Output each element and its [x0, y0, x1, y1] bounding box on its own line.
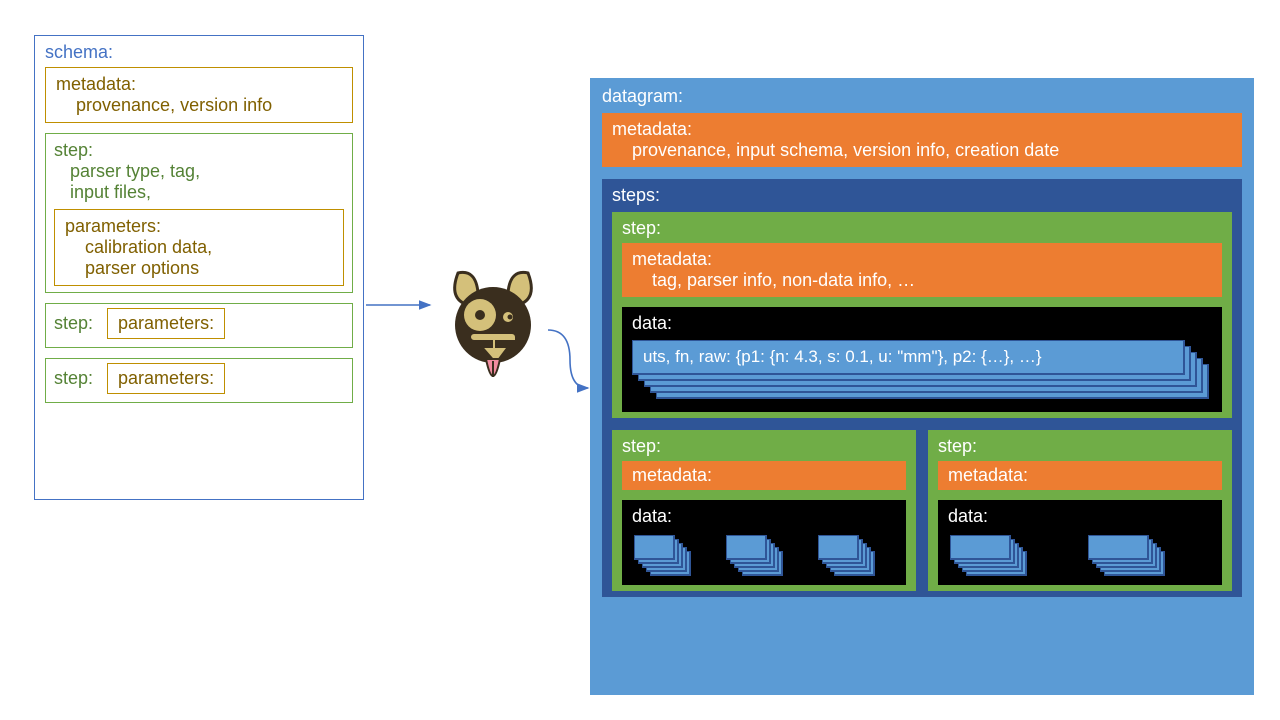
datagram-title: datagram: — [602, 86, 1242, 107]
parameters-mini-3: parameters: — [107, 363, 225, 394]
schema-title: schema: — [45, 42, 353, 63]
steps-label: steps: — [612, 185, 1232, 206]
dg-step-metadata-label: metadata: — [632, 249, 1212, 270]
mini-stack — [1086, 533, 1212, 575]
dg-step-metadata-body: tag, parser info, non-data info, … — [632, 270, 1212, 291]
mini-stack — [632, 533, 712, 575]
dg-step-data: data: uts, fn, raw: {p1: {n: 4.3, s: 0.1… — [622, 307, 1222, 412]
step-label: step: — [54, 140, 344, 161]
dg-step3-data: data: — [938, 500, 1222, 585]
schema-metadata-box: metadata: provenance, version info — [45, 67, 353, 123]
dg-step3-metadata: metadata: — [938, 461, 1222, 490]
dg-step-label: step: — [622, 218, 1222, 239]
dg-step2-metadata: metadata: — [622, 461, 906, 490]
schema-metadata-body: provenance, version info — [56, 95, 342, 116]
mini-stack — [948, 533, 1074, 575]
step-label-2: step: — [54, 313, 93, 334]
step1-body-line2: input files, — [54, 182, 344, 203]
dg-step3-data-label: data: — [948, 506, 988, 526]
schema-metadata-label: metadata: — [56, 74, 342, 95]
dg-step-label-2: step: — [622, 436, 906, 457]
dg-step-label-3: step: — [938, 436, 1222, 457]
mini-stack — [816, 533, 896, 575]
parameters-label: parameters: — [65, 216, 333, 237]
schema-step-2: step: parameters: — [45, 303, 353, 348]
step-label-3: step: — [54, 368, 93, 389]
step1-body-line1: parser type, tag, — [54, 161, 344, 182]
dg-step-3: step: metadata: data: — [928, 430, 1232, 591]
schema-step-1: step: parser type, tag, input files, par… — [45, 133, 353, 293]
mascot-icon — [438, 265, 548, 395]
dg-step2-metadata-label: metadata: — [632, 465, 712, 485]
parameters-box: parameters: calibration data, parser opt… — [54, 209, 344, 286]
record-card-top: uts, fn, raw: {p1: {n: 4.3, s: 0.1, u: "… — [632, 340, 1185, 375]
dg-step3-metadata-label: metadata: — [948, 465, 1028, 485]
parameters-line2: parser options — [65, 258, 333, 279]
datagram-metadata-box: metadata: provenance, input schema, vers… — [602, 113, 1242, 167]
parameters-line1: calibration data, — [65, 237, 333, 258]
dg-step2-data: data: — [622, 500, 906, 585]
parameters-mini-2: parameters: — [107, 308, 225, 339]
dg-step2-data-label: data: — [632, 506, 672, 526]
data-label: data: — [632, 313, 1212, 334]
dg-step-metadata: metadata: tag, parser info, non-data inf… — [622, 243, 1222, 297]
datagram-panel: datagram: metadata: provenance, input sc… — [590, 78, 1254, 695]
dg-step-1: step: metadata: tag, parser info, non-da… — [612, 212, 1232, 418]
datagram-metadata-label: metadata: — [612, 119, 1232, 140]
datagram-metadata-body: provenance, input schema, version info, … — [612, 140, 1232, 161]
steps-box: steps: step: metadata: tag, parser info,… — [602, 179, 1242, 597]
schema-panel: schema: metadata: provenance, version in… — [34, 35, 364, 500]
dg-step-2: step: metadata: data: — [612, 430, 916, 591]
schema-step-3: step: parameters: — [45, 358, 353, 403]
mini-stack — [724, 533, 804, 575]
record-stack: uts, fn, raw: {p1: {n: 4.3, s: 0.1, u: "… — [632, 340, 1212, 400]
